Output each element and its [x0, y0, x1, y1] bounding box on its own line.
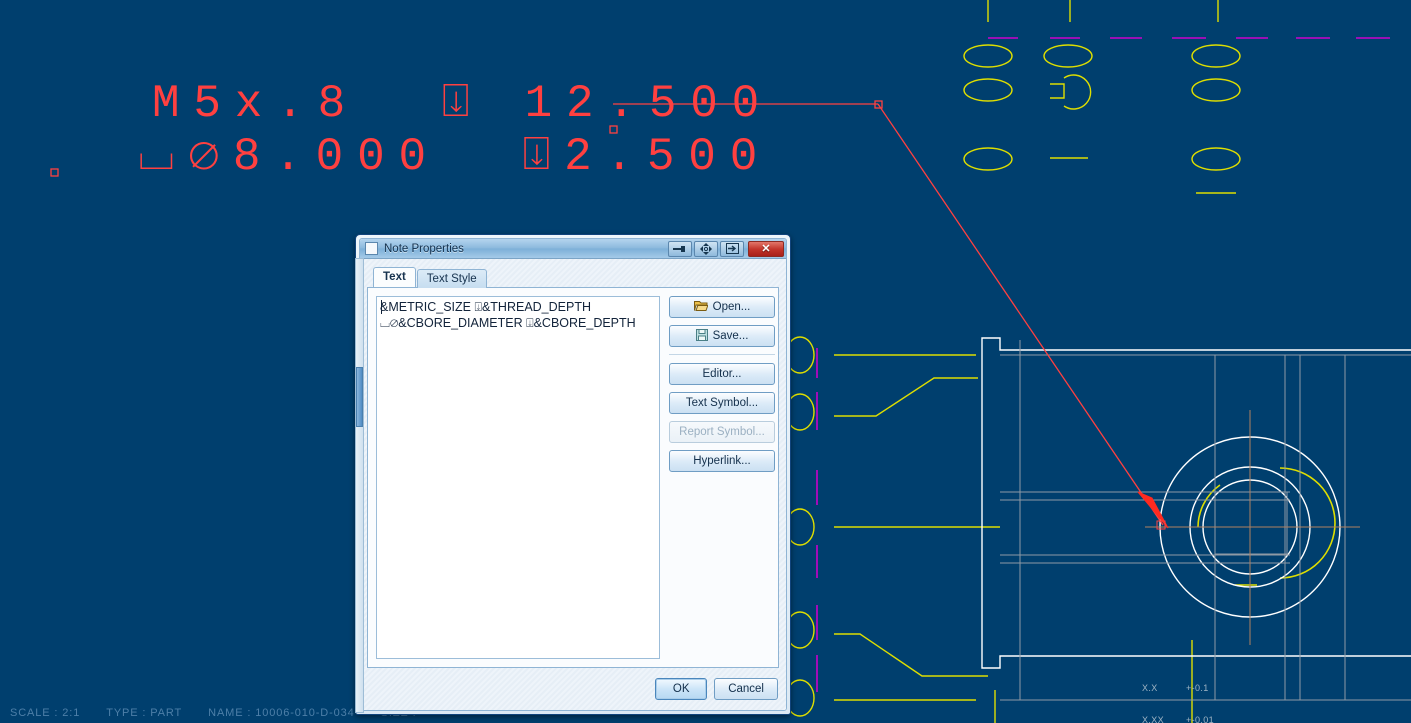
- open-folder-glyph: [693, 300, 709, 311]
- tab-text[interactable]: Text: [373, 267, 416, 287]
- move-icon[interactable]: [694, 240, 718, 257]
- magenta-hidden-lines: [816, 37, 1390, 692]
- titlebar-button-group: ✕: [668, 240, 784, 257]
- pin-glyph: [673, 245, 685, 252]
- close-icon[interactable]: ✕: [748, 240, 784, 257]
- open-button[interactable]: Open...: [669, 296, 775, 318]
- status-name: NAME : 10006-010-D-034: [208, 707, 355, 719]
- dialog-left-scrollbar[interactable]: [355, 258, 364, 713]
- button-divider: [669, 354, 775, 355]
- note-text-line-1[interactable]: &METRIC_SIZE ⍗&THREAD_DEPTH: [380, 299, 656, 315]
- tab-text-style[interactable]: Text Style: [416, 269, 487, 288]
- arrow-into-box-glyph: [725, 243, 739, 254]
- dialog-title: Note Properties: [384, 242, 464, 255]
- dock-icon[interactable]: [720, 240, 744, 257]
- cad-application-window: M5x.8 ⍗ 12.500 ⌴⌀8.000 ⍗2.500 X.X +-0.1 X…: [0, 0, 1411, 723]
- hyperlink-button[interactable]: Hyperlink...: [669, 450, 775, 472]
- note-text-line-2[interactable]: ⌴⌀&CBORE_DIAMETER ⍗&CBORE_DEPTH: [380, 315, 656, 331]
- ok-button[interactable]: OK: [655, 678, 708, 700]
- drawing-note-line-1[interactable]: M5x.8 ⍗ 12.500: [152, 78, 773, 130]
- text-tab-panel: &METRIC_SIZE ⍗&THREAD_DEPTH ⌴⌀&CBORE_DIA…: [367, 287, 779, 668]
- document-icon: [365, 242, 378, 255]
- status-scale: SCALE : 2:1: [10, 707, 81, 719]
- grey-section-lines: [1000, 340, 1411, 701]
- close-glyph: ✕: [761, 243, 771, 255]
- leader-arrowhead: [1137, 491, 1169, 529]
- editor-button[interactable]: Editor...: [669, 363, 775, 385]
- floppy-glyph: [695, 328, 708, 341]
- pin-icon[interactable]: [668, 240, 692, 257]
- four-arrow-glyph: [700, 242, 712, 255]
- scrollbar-thumb[interactable]: [356, 367, 363, 427]
- tolerance-label: X.X: [1142, 683, 1158, 693]
- drawing-note-line-2[interactable]: ⌴⌀8.000 ⍗2.500: [138, 131, 771, 183]
- text-caret: [381, 300, 382, 314]
- tolerance-row: X.X +-0.1: [1142, 683, 1219, 694]
- side-button-column: Open... Save... Editor... Text Symbol...…: [669, 296, 775, 659]
- dialog-body: Text Text Style &METRIC_SIZE ⍗&THREAD_DE…: [360, 259, 786, 668]
- note-text-editor[interactable]: &METRIC_SIZE ⍗&THREAD_DEPTH ⌴⌀&CBORE_DIA…: [376, 296, 660, 659]
- open-folder-icon: [693, 300, 709, 315]
- report-symbol-button: Report Symbol...: [669, 421, 775, 443]
- tolerance-value: +-0.1: [1186, 683, 1209, 693]
- centerlines: [1145, 410, 1360, 645]
- save-button[interactable]: Save...: [669, 325, 775, 347]
- cancel-button[interactable]: Cancel: [714, 678, 778, 700]
- white-part-outline: [981, 337, 1411, 669]
- open-button-label: Open...: [712, 301, 751, 313]
- floppy-disk-icon: [695, 328, 708, 344]
- save-button-label: Save...: [712, 330, 749, 342]
- status-type: TYPE : PART: [106, 707, 183, 719]
- yellow-geometry-group: [785, 0, 1336, 723]
- note-properties-dialog[interactable]: Note Properties ✕ Text Text Style &METRI…: [355, 234, 791, 715]
- tab-strip: Text Text Style: [367, 266, 779, 288]
- text-symbol-button[interactable]: Text Symbol...: [669, 392, 775, 414]
- dialog-footer: OK Cancel: [360, 668, 786, 710]
- dialog-titlebar[interactable]: Note Properties ✕: [360, 239, 786, 259]
